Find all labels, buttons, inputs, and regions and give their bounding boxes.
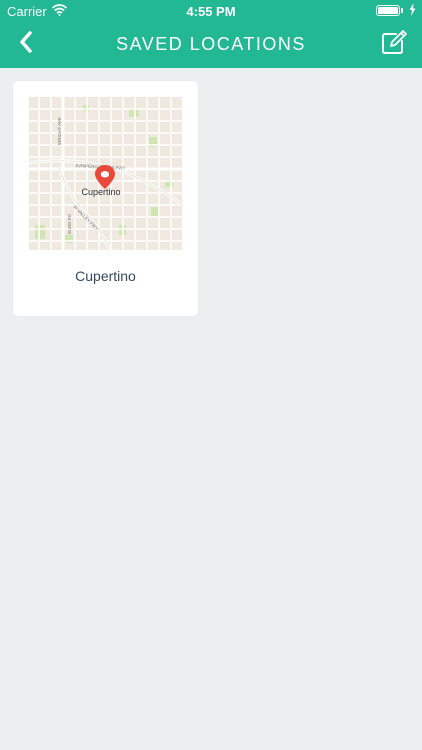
battery-icon [376, 5, 400, 16]
status-bar: Carrier 4:55 PM [0, 0, 422, 22]
battery-tip [401, 8, 403, 13]
location-card[interactable]: WRIGHT AVE JUNIPERO SERRA FWY W VALLEY F… [13, 81, 198, 316]
edit-icon [381, 29, 407, 60]
nav-bar: SAVED LOCATIONS [0, 22, 422, 68]
charging-bolt-icon [409, 3, 416, 19]
map-thumbnail: WRIGHT AVE JUNIPERO SERRA FWY W VALLEY F… [29, 97, 182, 250]
app-header: Carrier 4:55 PM SAVED LOCATIONS [0, 0, 422, 68]
page-title: SAVED LOCATIONS [116, 34, 306, 54]
road-label-wright-ave: WRIGHT AVE [57, 117, 62, 145]
status-time: 4:55 PM [186, 4, 236, 19]
location-name: Cupertino [75, 268, 136, 284]
edit-button[interactable] [378, 28, 410, 60]
map-city-label: Cupertino [81, 187, 120, 197]
road-label-bubb-rd: BUBB RD [67, 213, 72, 234]
